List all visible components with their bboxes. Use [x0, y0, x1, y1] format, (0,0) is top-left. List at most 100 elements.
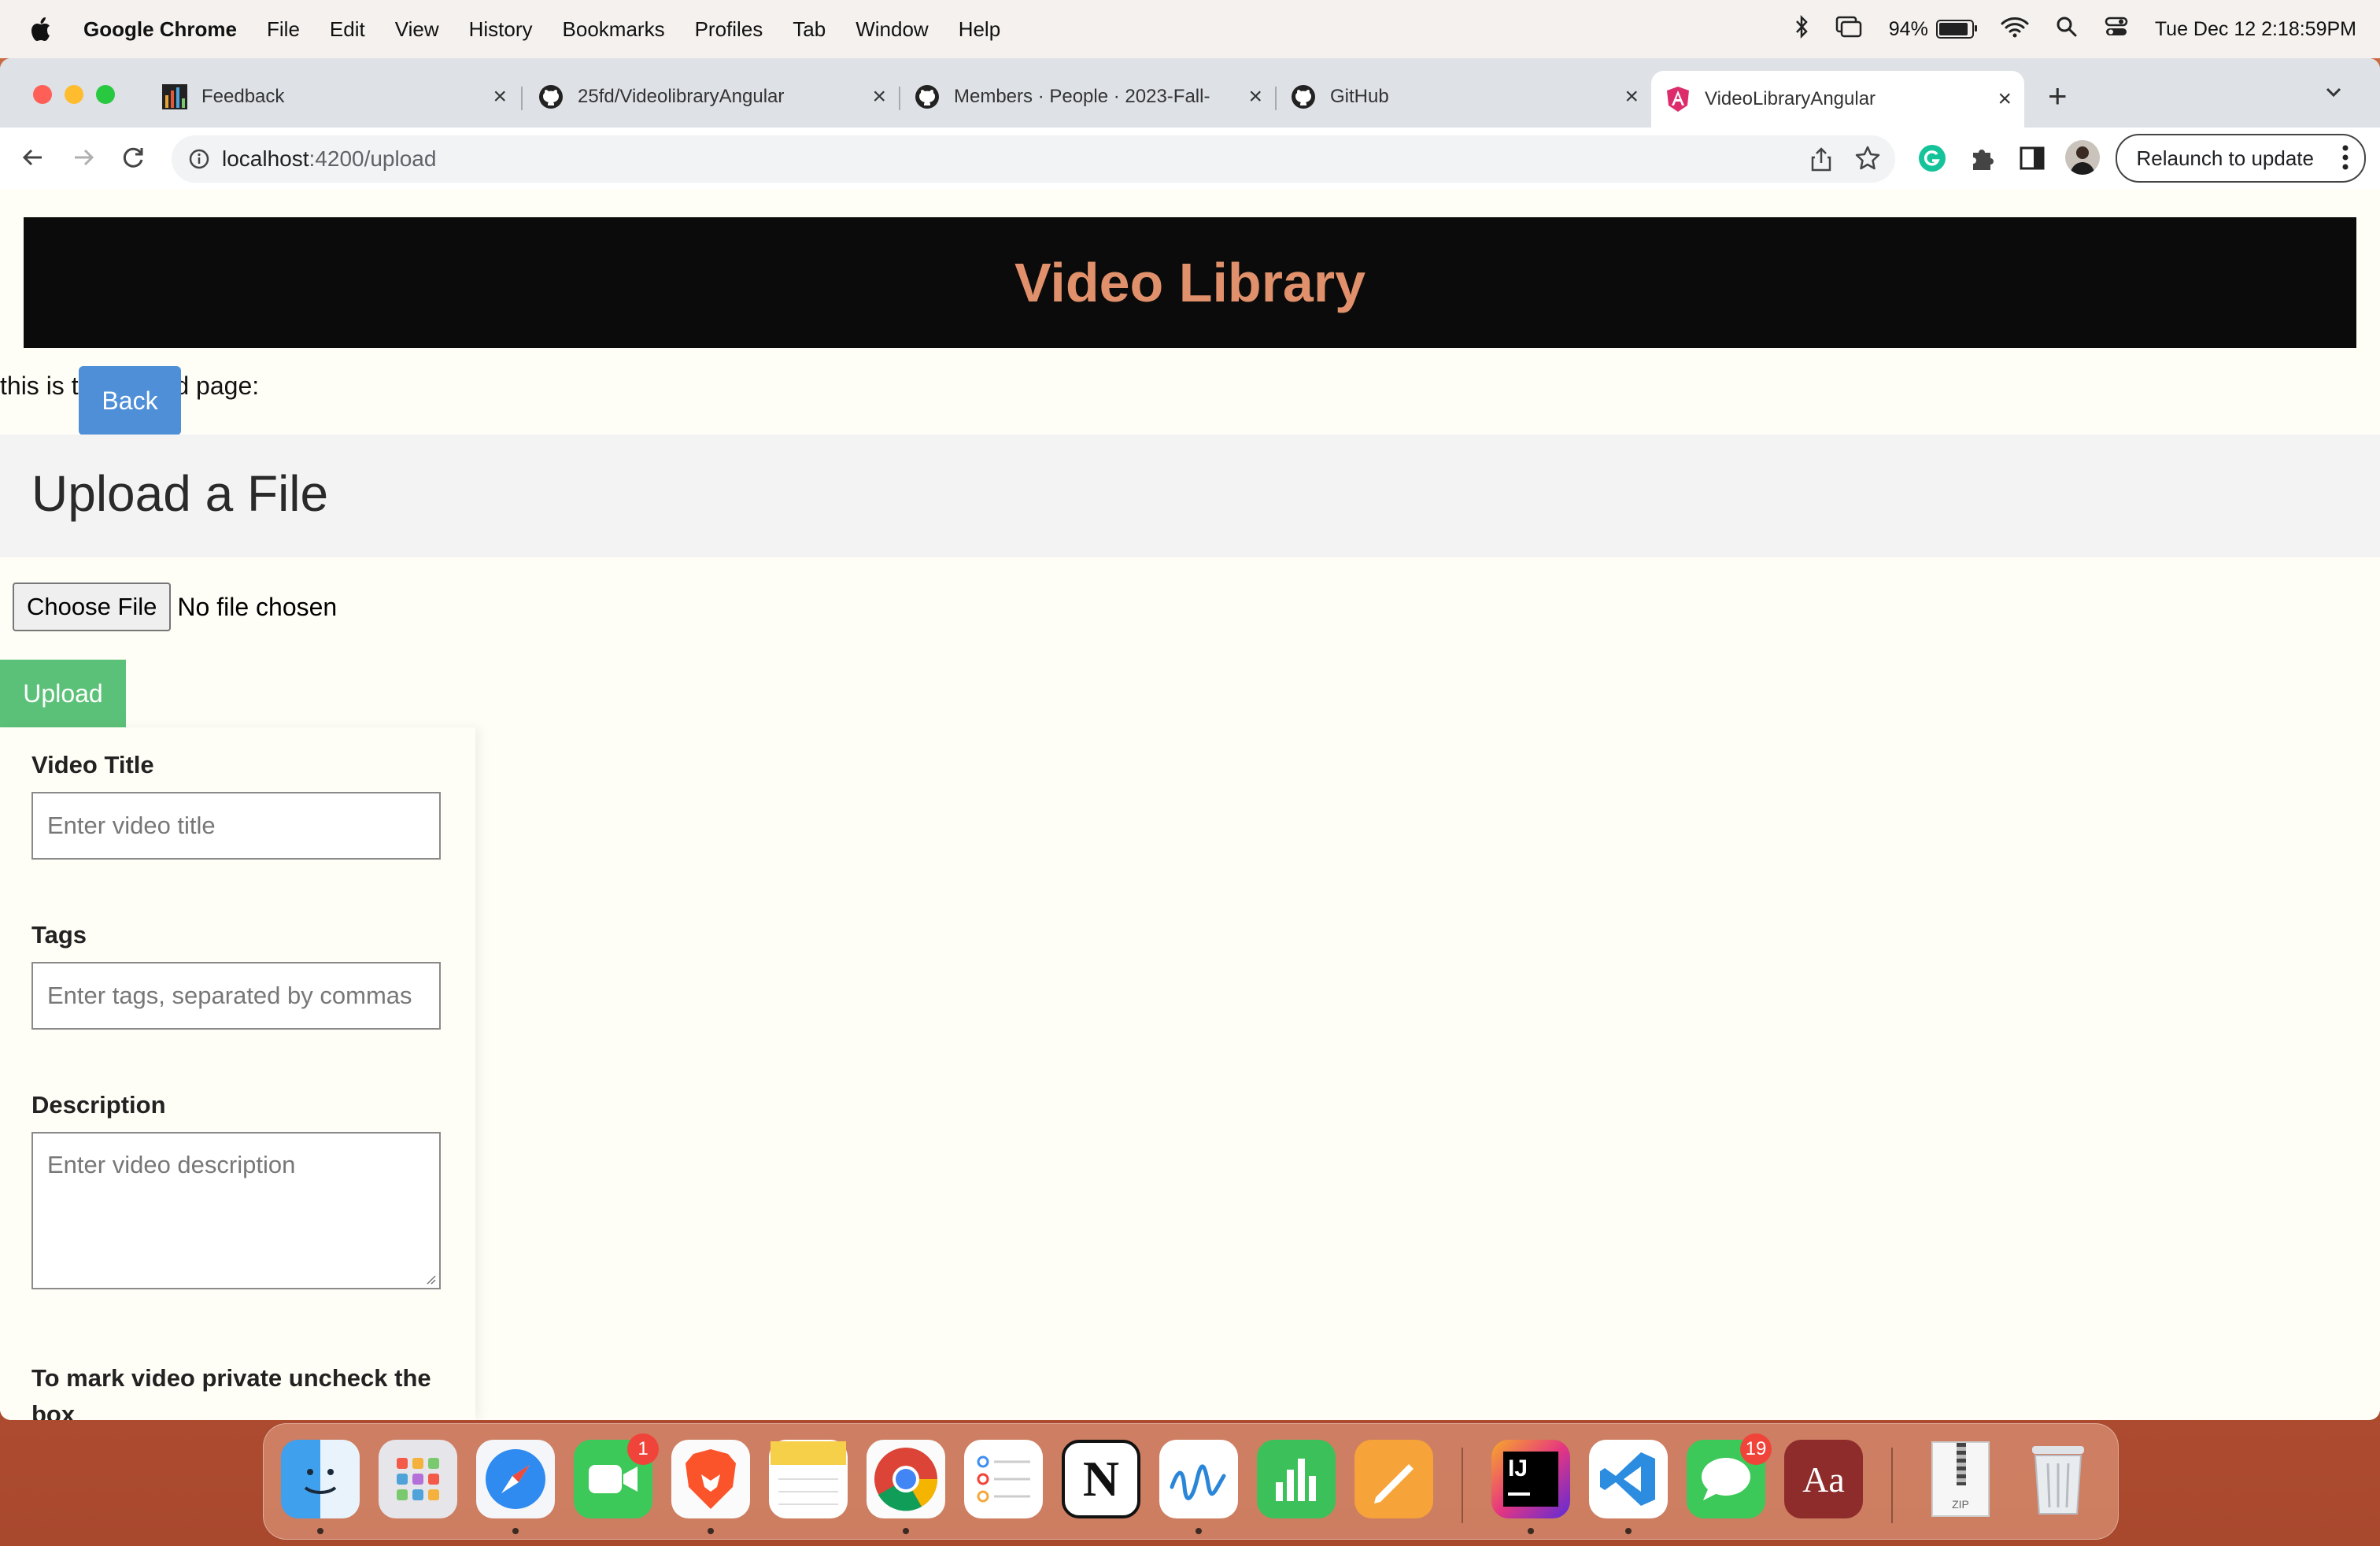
menu-edit[interactable]: Edit: [330, 17, 365, 42]
video-details-form: Video Title Enter video title Tags Enter…: [0, 727, 475, 1420]
bluetooth-icon[interactable]: [1794, 14, 1809, 44]
menu-bookmarks[interactable]: Bookmarks: [563, 17, 665, 42]
tab-github[interactable]: GitHub ×: [1278, 72, 1651, 121]
vscode-icon[interactable]: [1589, 1440, 1668, 1518]
zoom-window-button[interactable]: [96, 85, 115, 104]
profile-avatar[interactable]: [2065, 140, 2100, 175]
trash-icon[interactable]: [2019, 1440, 2097, 1518]
numbers-icon[interactable]: [1257, 1440, 1336, 1518]
site-header: Video Library: [24, 217, 2356, 348]
battery-percent: 94%: [1888, 17, 1928, 40]
zip-file-shape: ZIP: [1931, 1441, 1990, 1517]
close-tab-icon[interactable]: ×: [493, 83, 507, 110]
reload-icon[interactable]: [118, 142, 150, 173]
menu-app-name[interactable]: Google Chrome: [83, 17, 237, 42]
tags-label: Tags: [31, 921, 87, 949]
tab-videolibrary-repo[interactable]: 25fd/VideolibraryAngular ×: [524, 72, 899, 121]
tab-search-chevron-icon[interactable]: [2323, 82, 2344, 106]
tab-feedback[interactable]: Feedback ×: [150, 72, 519, 121]
upload-heading: Upload a File: [31, 465, 329, 522]
menu-history[interactable]: History: [469, 17, 533, 42]
menu-help[interactable]: Help: [959, 17, 1000, 42]
github-favicon-icon: [915, 84, 940, 109]
facetime-icon[interactable]: 1: [574, 1433, 659, 1518]
tab-strip: Feedback × 25fd/VideolibraryAngular × Me…: [0, 58, 2380, 128]
tab-title: Feedback: [201, 86, 285, 107]
forward-arrow-icon[interactable]: [68, 142, 99, 173]
notion-icon[interactable]: N: [1062, 1440, 1140, 1518]
spotlight-search-icon[interactable]: [2056, 16, 2078, 43]
share-icon[interactable]: [1810, 146, 1832, 176]
close-tab-icon[interactable]: ×: [1624, 83, 1639, 110]
notes-icon[interactable]: [769, 1440, 848, 1518]
side-panel-icon[interactable]: [2020, 146, 2045, 174]
pages-icon[interactable]: [1354, 1440, 1433, 1518]
menubar-clock[interactable]: Tue Dec 12 2:18:59PM: [2155, 18, 2356, 41]
facetime-badge: 1: [627, 1433, 659, 1465]
reminders-icon[interactable]: [964, 1440, 1043, 1518]
battery-icon[interactable]: [1935, 20, 1977, 39]
choose-file-button[interactable]: Choose File: [13, 583, 172, 631]
back-arrow-icon[interactable]: [17, 142, 49, 173]
wifi-icon[interactable]: [2001, 16, 2029, 43]
notion-glyph: N: [1082, 1451, 1120, 1507]
relaunch-label: Relaunch to update: [2136, 146, 2314, 170]
private-checkbox-label: To mark video private uncheck the box: [31, 1364, 431, 1420]
chrome-menu-kebab-icon[interactable]: [2342, 143, 2349, 177]
back-button[interactable]: Back: [79, 366, 181, 435]
upload-section-header: Upload a File: [0, 435, 2380, 557]
file-input[interactable]: Choose File No file chosen: [13, 583, 337, 631]
tags-input[interactable]: Enter tags, separated by commas: [31, 962, 441, 1030]
relaunch-to-update-button[interactable]: Relaunch to update: [2116, 134, 2366, 183]
dictionary-icon[interactable]: Aa: [1784, 1440, 1863, 1518]
grammarly-extension-icon[interactable]: [1917, 143, 1947, 177]
close-tab-icon[interactable]: ×: [872, 83, 886, 110]
tab-members-people[interactable]: Members · People · 2023-Fall- ×: [902, 72, 1275, 121]
messages-badge: 19: [1740, 1433, 1772, 1465]
menu-view[interactable]: View: [395, 17, 439, 42]
video-title-input[interactable]: Enter video title: [31, 792, 441, 860]
address-bar[interactable]: localhost:4200/upload: [172, 135, 1895, 183]
url-path: :4200/upload: [309, 146, 437, 171]
description-placeholder: Enter video description: [47, 1151, 296, 1178]
close-tab-icon[interactable]: ×: [1248, 83, 1262, 110]
messages-icon[interactable]: 19: [1687, 1433, 1772, 1518]
safari-icon[interactable]: [476, 1440, 555, 1518]
menubar-status-area: 94% Tue Dec 12 2:18:59PM: [1794, 0, 2356, 58]
bookmark-star-icon[interactable]: [1854, 145, 1881, 176]
archive-utility-icon[interactable]: ZIP: [1921, 1440, 2000, 1518]
menu-tab[interactable]: Tab: [793, 17, 826, 42]
close-tab-icon[interactable]: ×: [1998, 86, 2012, 113]
chrome-window: Feedback × 25fd/VideolibraryAngular × Me…: [0, 58, 2380, 1420]
site-info-icon[interactable]: [189, 149, 209, 169]
upload-button[interactable]: Upload: [0, 660, 126, 727]
control-center-icon[interactable]: [2105, 16, 2128, 43]
apple-icon[interactable]: [28, 15, 52, 43]
tab-title: 25fd/VideolibraryAngular: [578, 86, 785, 107]
freeform-icon[interactable]: [1159, 1440, 1238, 1518]
tab-videolibraryangular-active[interactable]: VideoLibraryAngular ×: [1651, 71, 2024, 128]
bar-chart-favicon-icon: [162, 84, 187, 109]
close-window-button[interactable]: [33, 85, 52, 104]
menu-profiles[interactable]: Profiles: [695, 17, 763, 42]
finder-icon[interactable]: [281, 1440, 360, 1518]
new-tab-plus-icon[interactable]: +: [2048, 77, 2068, 115]
intellij-idea-icon[interactable]: IJ: [1491, 1440, 1570, 1518]
browser-toolbar: localhost:4200/upload Relaunch to update: [0, 128, 2380, 190]
url-host: localhost: [222, 146, 309, 171]
extensions-puzzle-icon[interactable]: [1969, 145, 1996, 176]
menu-window[interactable]: Window: [856, 17, 928, 42]
tab-title: VideoLibraryAngular: [1705, 88, 1876, 109]
screen-mirroring-icon[interactable]: [1835, 16, 1862, 43]
launchpad-icon[interactable]: [379, 1440, 457, 1518]
brave-browser-icon[interactable]: [671, 1440, 750, 1518]
menu-file[interactable]: File: [267, 17, 300, 42]
minimize-window-button[interactable]: [65, 85, 83, 104]
resize-grip-icon[interactable]: [423, 1272, 436, 1285]
macos-menu-bar: Google Chrome File Edit View History Boo…: [0, 0, 2380, 58]
description-textarea[interactable]: Enter video description: [31, 1132, 441, 1289]
dictionary-glyph: Aa: [1802, 1459, 1845, 1500]
site-title: Video Library: [1014, 252, 1366, 313]
tab-title: Members · People · 2023-Fall-: [954, 86, 1210, 107]
chrome-icon[interactable]: [867, 1440, 945, 1518]
